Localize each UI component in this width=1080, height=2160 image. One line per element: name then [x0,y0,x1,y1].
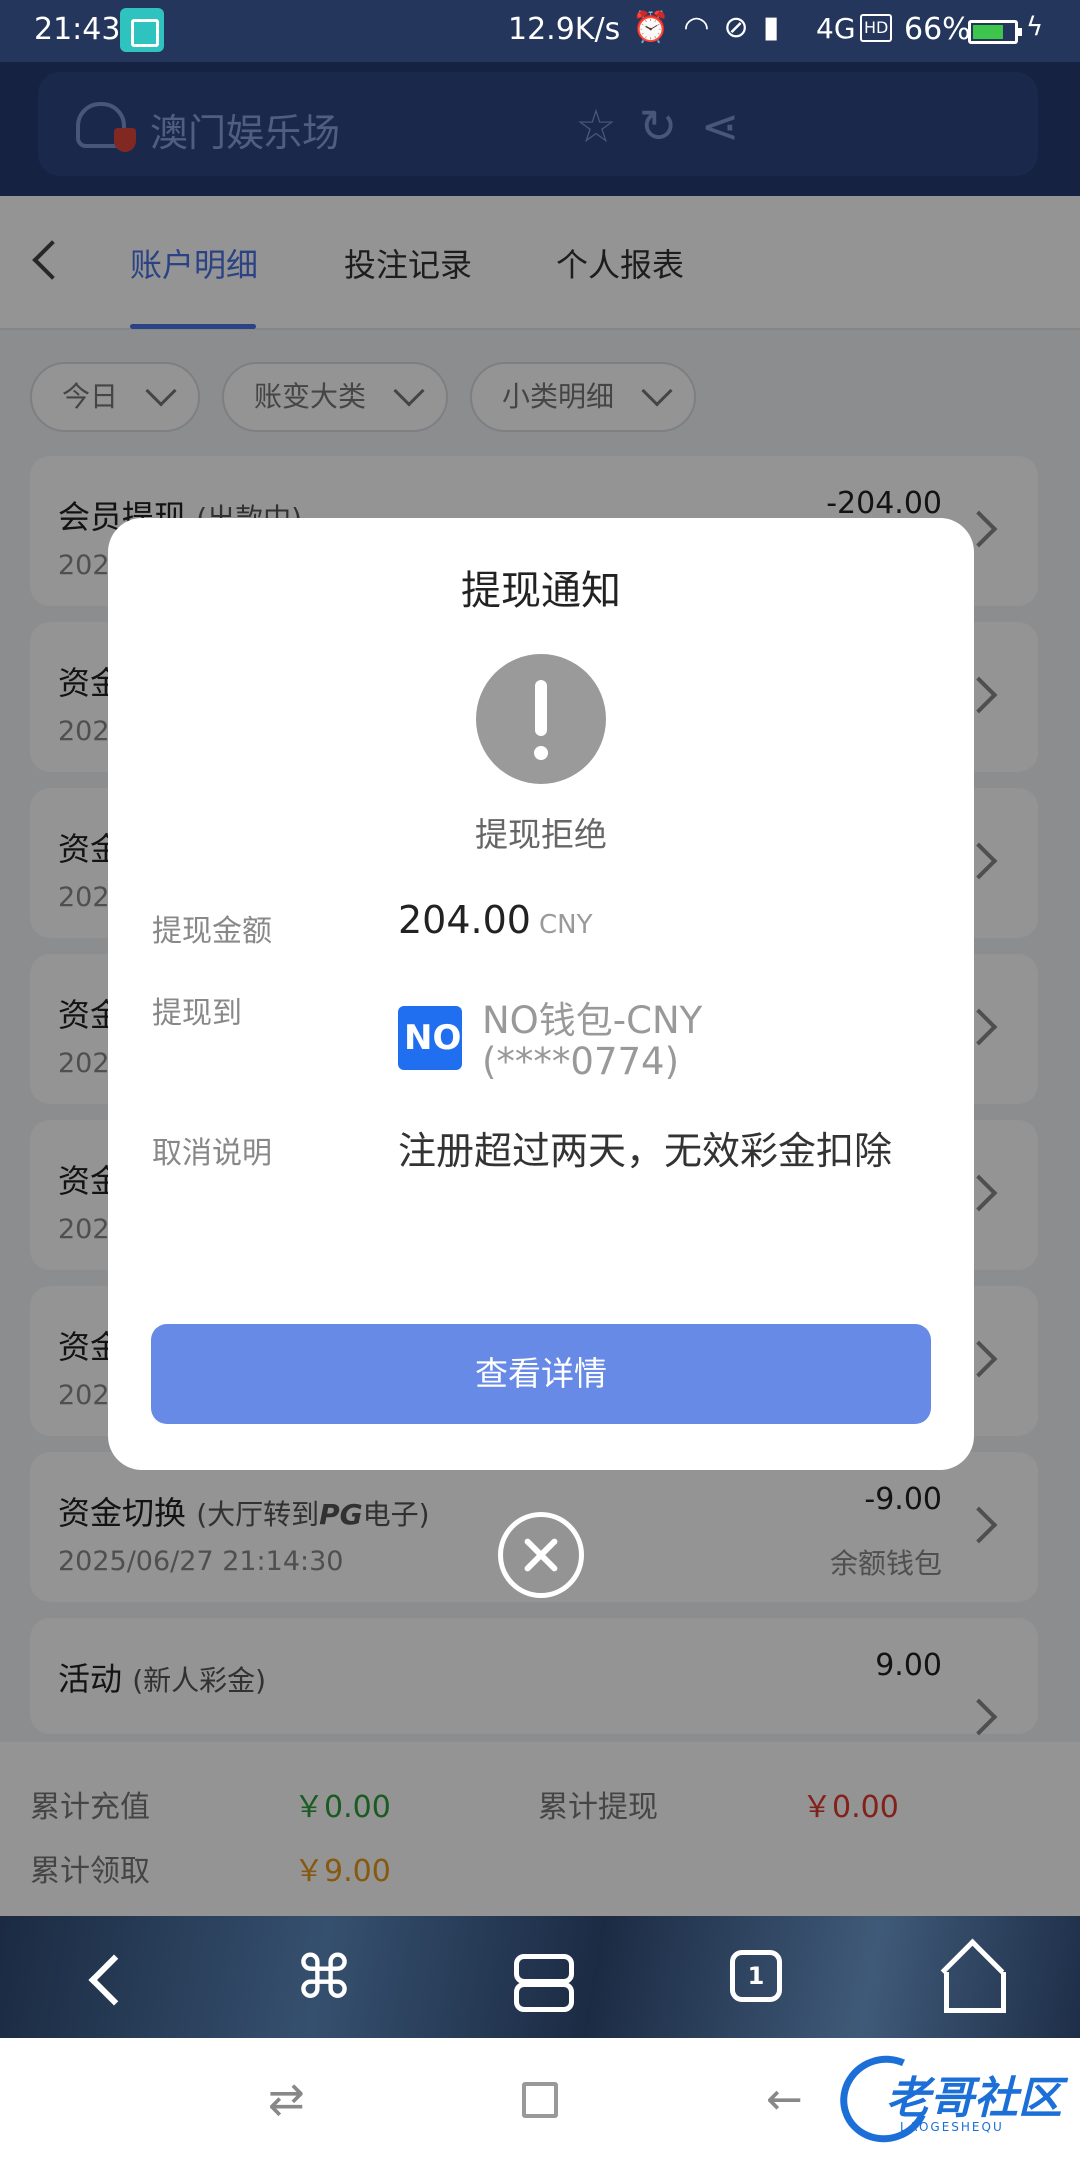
signal-icon: ▮ [762,10,780,45]
net-speed: 12.9K/s [508,12,621,47]
charging-icon: ϟ [1026,12,1044,42]
hd-badge: HD [860,14,893,42]
destination-label: 提现到 [152,996,242,1031]
wallet-name: NO钱包-CNY [482,999,703,1042]
screenshot-icon [120,8,164,52]
recents-icon[interactable] [522,2082,558,2118]
command-icon[interactable]: ⌘ [284,1938,364,2018]
watermark-subtext: LAOGESHEQU [900,2120,1004,2134]
status-time: 21:43 [34,12,121,47]
withdraw-notice-dialog: 提现通知 提现拒绝 提现金额 204.00 CNY 提现到 NOB NO钱包-CN… [108,518,974,1470]
close-icon[interactable] [498,1512,584,1598]
status-bar: 21:43 12.9K/s ⏰ ◠ ⊘ ▮ 4G HD 66% ϟ [0,0,1080,62]
dialog-title: 提现通知 [461,568,621,614]
battery-percent: 66% [904,12,971,47]
wallet-account: (****0774) [482,1040,680,1083]
wifi-icon: ◠ [683,10,710,45]
view-details-button[interactable]: 查看详情 [151,1324,931,1424]
nav-back-icon[interactable]: ← [766,2074,803,2125]
battery-icon [968,20,1022,44]
tab-count-icon: 1 [730,1950,782,2002]
watermark-text: 老哥社区 [886,2073,1062,2124]
amount-label: 提现金额 [152,914,272,949]
wallet-logo-icon: NOB [398,1006,462,1116]
currency: CNY [538,910,593,940]
reason-label: 取消说明 [152,1136,272,1171]
tab-count-button[interactable]: 1 [716,1938,796,2018]
switch-icon[interactable]: ⇄ [268,2074,305,2125]
exclamation-icon [476,654,606,784]
browser-toolbar: ⌘ 1 [0,1916,1080,2038]
browser-back-button[interactable] [66,1938,146,2018]
withdraw-amount: 204.00 CNY [398,898,593,942]
dnd-icon: ⊘ [723,10,749,45]
system-nav-bar: ⇄ ← 老哥社区 LAOGESHEQU [0,2038,1080,2160]
status-icons: ⏰ ◠ ⊘ ▮ [632,10,779,45]
tabs-icon[interactable] [500,1938,580,2018]
cancel-reason: 注册超过两天，无效彩金扣除 [398,1129,893,1173]
withdraw-status: 提现拒绝 [475,815,607,854]
watermark-logo: 老哥社区 LAOGESHEQU [828,2043,1070,2155]
network-type: 4G [816,12,856,45]
home-icon[interactable] [930,1938,1010,2018]
alarm-icon: ⏰ [632,10,670,45]
